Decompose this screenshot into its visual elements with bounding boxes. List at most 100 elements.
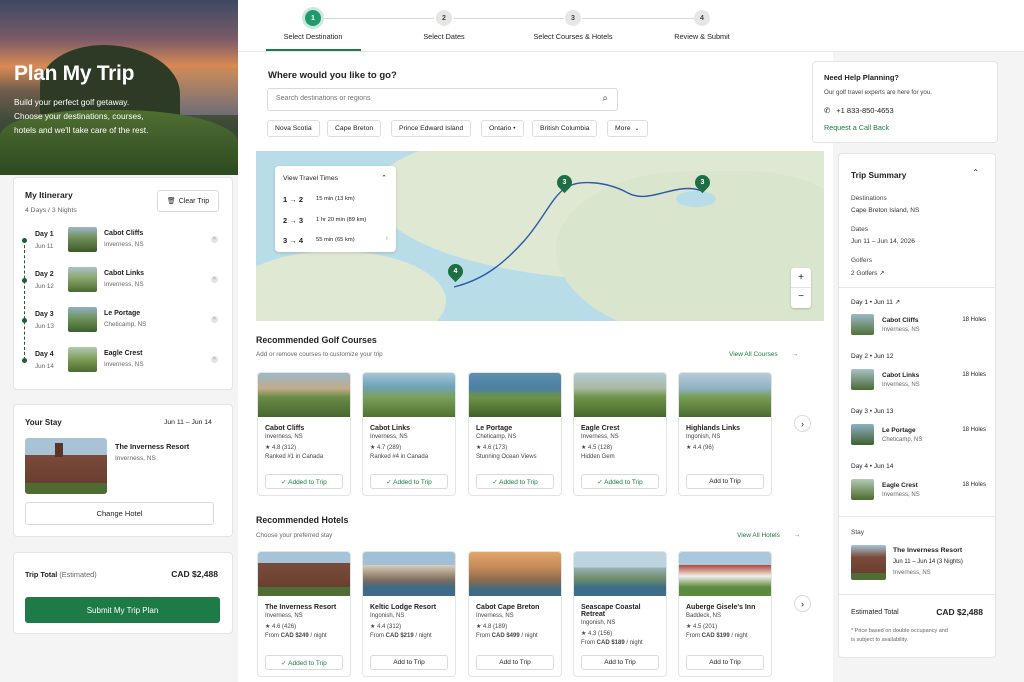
map-pin[interactable]: 4 <box>444 260 467 283</box>
step-connector <box>324 18 434 19</box>
course-card[interactable]: Cabot Cliffs Inverness, NS ★ 4.8 (312) R… <box>257 372 351 496</box>
trip-total-amount: CAD $2,488 <box>171 569 218 579</box>
chevron-up-icon[interactable]: ⌃ <box>381 174 387 182</box>
change-hotel-button[interactable]: Change Hotel <box>25 502 214 525</box>
stay-hotel-name: The Inverness Resort <box>115 442 190 451</box>
step-2[interactable]: 2 Select Dates <box>394 10 494 41</box>
remove-day-icon[interactable]: × <box>211 236 218 243</box>
map-pin[interactable]: 3 <box>553 171 576 194</box>
hotel-image <box>679 552 771 596</box>
clear-trip-button[interactable]: 🗑 Clear Trip <box>157 190 219 212</box>
help-phone[interactable]: ✆ +1 833-850-4653 <box>824 106 894 115</box>
phone-icon: ✆ <box>824 106 831 115</box>
estimated-total-amount: CAD $2,488 <box>936 607 983 617</box>
chip-cape-breton[interactable]: Cape Breton <box>327 120 382 137</box>
summary-day-1: Day 1 • Jun 11 ↗ Cabot Cliffs Inverness,… <box>851 299 986 335</box>
travel-times-panel: View Travel Times ⌃ 1 → 2 15 min (13 km)… <box>275 166 396 252</box>
travel-times-title: View Travel Times <box>283 175 339 182</box>
summary-title: Trip Summary <box>851 170 907 180</box>
help-title: Need Help Planning? <box>824 73 900 82</box>
remove-day-icon[interactable]: × <box>211 356 218 363</box>
step-connector <box>582 18 694 19</box>
itinerary-day-2[interactable]: Day 2 Jun 12 Cabot Links Inverness, NS × <box>22 264 227 298</box>
view-all-hotels-link[interactable]: View All Hotels → <box>737 532 800 539</box>
submit-trip-button[interactable]: Submit My Trip Plan <box>25 597 220 623</box>
step-3[interactable]: 3 Select Courses & Hotels <box>531 10 615 41</box>
search-icon[interactable]: ⌕ <box>602 93 608 104</box>
timeline-dot <box>22 318 27 323</box>
added-to-trip-button[interactable]: ✓ Added to Trip <box>265 655 343 670</box>
hotels-next-icon[interactable]: › <box>794 595 811 612</box>
course-thumbnail <box>851 314 874 335</box>
added-to-trip-button[interactable]: ✓ Added to Trip <box>370 474 448 489</box>
course-thumbnail <box>851 369 874 390</box>
zoom-in-icon[interactable]: + <box>791 268 811 288</box>
hotel-card[interactable]: Cabot Cape Breton Inverness, NS ★ 4.8 (1… <box>468 551 562 677</box>
zoom-out-icon[interactable]: − <box>791 288 811 308</box>
your-stay-panel: Your Stay Jun 11 – Jun 14 The Inverness … <box>13 404 233 537</box>
hotel-card[interactable]: Keltic Lodge Resort Ingonish, NS ★ 4.4 (… <box>362 551 456 677</box>
add-to-trip-button[interactable]: Add to Trip <box>686 655 764 670</box>
summary-golfers[interactable]: 2 Golfers ↗ <box>851 269 885 277</box>
added-to-trip-button[interactable]: ✓ Added to Trip <box>476 474 554 489</box>
add-to-trip-button[interactable]: Add to Trip <box>581 655 659 670</box>
add-to-trip-button[interactable]: Add to Trip <box>370 655 448 670</box>
course-thumbnail <box>68 267 97 292</box>
course-card[interactable]: Eagle Crest Inverness, NS ★ 4.5 (128) Hi… <box>573 372 667 496</box>
course-thumbnail <box>68 227 97 252</box>
added-to-trip-button[interactable]: ✓ Added to Trip <box>265 474 343 489</box>
hotel-image <box>363 552 455 596</box>
map-pin[interactable]: 3 <box>691 171 714 194</box>
timeline-line <box>24 240 25 360</box>
timeline-dot <box>22 238 27 243</box>
hero-title: Plan My Trip <box>14 62 135 85</box>
itinerary-panel: My Itinerary 4 Days / 3 Nights 🗑 Clear Tr… <box>13 177 233 390</box>
chip-ontario[interactable]: Ontario • <box>481 120 524 137</box>
step-4[interactable]: 4 Review & Submit <box>652 10 752 41</box>
timeline-dot <box>22 278 27 283</box>
search-heading: Where would you like to go? <box>268 70 397 81</box>
itinerary-day-1[interactable]: Day 1 Jun 11 Cabot Cliffs Inverness, NS … <box>22 224 227 258</box>
hotels-subtitle: Choose your preferred stay <box>256 532 333 539</box>
request-callback-link[interactable]: Request a Call Back <box>824 123 889 132</box>
courses-next-icon[interactable]: › <box>794 415 811 432</box>
your-stay-title: Your Stay <box>25 418 62 427</box>
course-thumbnail <box>68 347 97 372</box>
step-1[interactable]: 1 Select Destination <box>263 10 363 41</box>
course-card[interactable]: Highlands Links Ingonish, NS ★ 4.4 (96) … <box>678 372 772 496</box>
divider <box>839 594 995 595</box>
hotel-card[interactable]: The Inverness Resort Inverness, NS ★ 4.6… <box>257 551 351 677</box>
arrow-right-icon: → <box>791 351 799 358</box>
added-to-trip-button[interactable]: ✓ Added to Trip <box>581 474 659 489</box>
timeline-dot <box>22 358 27 363</box>
remove-day-icon[interactable]: × <box>211 276 218 283</box>
trip-total-panel: Trip Total (Estimated) CAD $2,488 Submit… <box>13 552 233 634</box>
chip-british-columbia[interactable]: British Columbia <box>532 120 598 137</box>
step-number: 2 <box>436 10 452 26</box>
course-card[interactable]: Le Portage Cheticamp, NS ★ 4.6 (173) Stu… <box>468 372 562 496</box>
step-label: Select Destination <box>283 32 343 41</box>
course-image <box>469 373 561 417</box>
chip-nova-scotia[interactable]: Nova Scotia <box>267 120 320 137</box>
chip-more[interactable]: More ⌄ <box>607 120 648 137</box>
search-input[interactable] <box>276 95 576 102</box>
chevron-up-icon[interactable]: ⌃ <box>972 168 979 177</box>
course-card[interactable]: Cabot Links Inverness, NS ★ 4.7 (289) Ra… <box>362 372 456 496</box>
hotel-card[interactable]: Auberge Gisele's Inn Baddeck, NS ★ 4.5 (… <box>678 551 772 677</box>
search-field[interactable]: ⌕ <box>267 88 618 111</box>
add-to-trip-button[interactable]: Add to Trip <box>686 474 764 489</box>
hotel-thumbnail <box>851 545 886 580</box>
chevron-right-icon[interactable]: › <box>386 235 388 242</box>
view-all-courses-link[interactable]: View All Courses → <box>729 351 798 358</box>
add-to-trip-button[interactable]: Add to Trip <box>476 655 554 670</box>
hotel-card[interactable]: Seascape Coastal Retreat Ingonish, NS ★ … <box>573 551 667 677</box>
chip-prince-edward-island[interactable]: Prince Edward Island <box>391 120 472 137</box>
hotel-image <box>469 552 561 596</box>
summary-destinations: Cape Breton Island, NS <box>851 207 920 214</box>
itinerary-day-3[interactable]: Day 3 Jun 13 Le Portage Cheticamp, NS × <box>22 304 227 338</box>
courses-subtitle: Add or remove courses to customize your … <box>256 351 383 358</box>
itinerary-summary: 4 Days / 3 Nights <box>25 207 77 214</box>
route-map[interactable]: 3 3 4 View Travel Times ⌃ 1 → 2 15 min (… <box>256 151 824 321</box>
itinerary-day-4[interactable]: Day 4 Jun 14 Eagle Crest Inverness, NS × <box>22 344 227 378</box>
remove-day-icon[interactable]: × <box>211 316 218 323</box>
